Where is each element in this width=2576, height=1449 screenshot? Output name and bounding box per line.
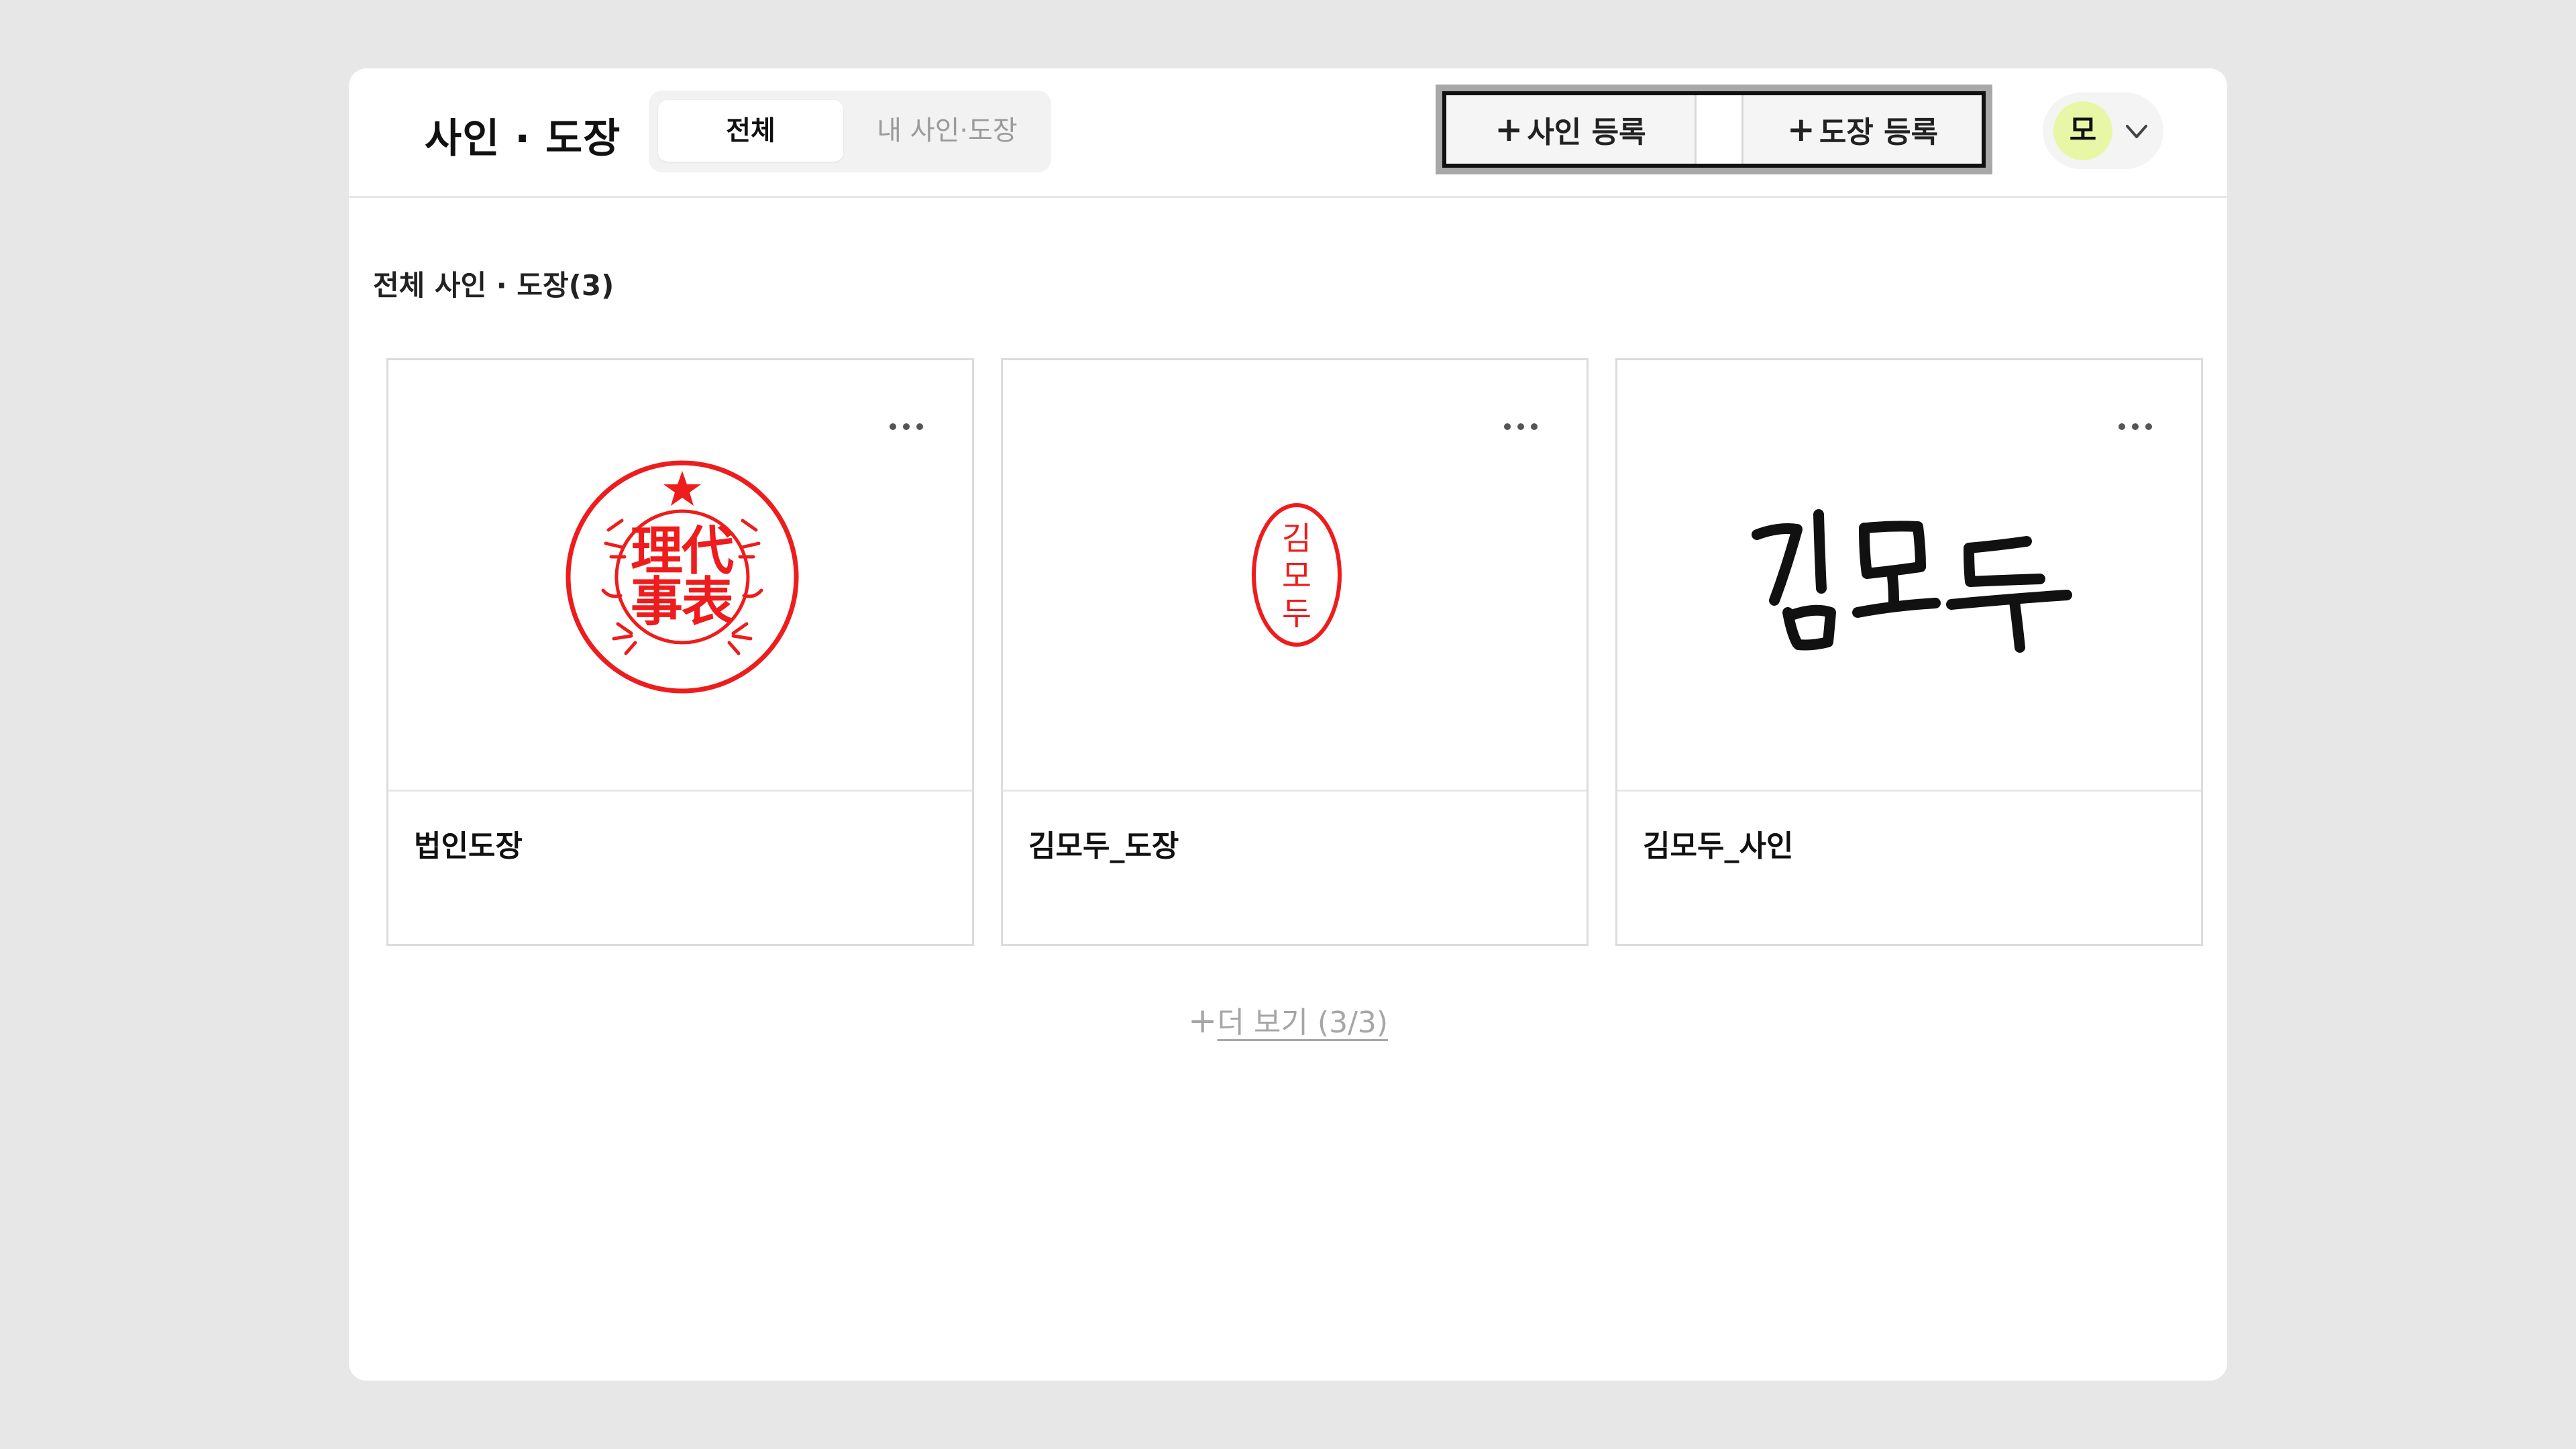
tab-my-sign-stamp[interactable]: 내 사인·도장 [850, 100, 1044, 162]
tab-all[interactable]: 전체 [658, 100, 843, 162]
section-title: 전체 사인 · 도장(3) [373, 269, 614, 302]
plus-icon: + [1786, 110, 1815, 149]
card-title: 김모두_도장 [1028, 829, 1179, 863]
sign-stamp-panel: 사인 · 도장 전체 내 사인·도장 + 사인 등록 + 도장 등록 모 전체 … [349, 68, 2227, 1381]
personal-seal-icon: 김 모 두 [1252, 503, 1342, 647]
tab-bar: 전체 내 사인·도장 [649, 91, 1051, 172]
card-signature[interactable]: 김모두_사인 [1615, 358, 2203, 946]
corporate-seal-icon: 理 代 事 表 [566, 460, 799, 694]
register-sign-label: 사인 등록 [1527, 115, 1646, 150]
load-more-button[interactable]: +더 보기 (3/3) [349, 998, 2227, 1041]
load-more-label: 더 보기 (3/3) [1217, 1006, 1389, 1040]
more-options-icon[interactable] [886, 417, 926, 437]
seal-char: 表 [682, 572, 734, 633]
seal-char: 두 [1282, 595, 1311, 633]
user-menu[interactable]: 모 [2043, 93, 2163, 169]
card-corporate-seal[interactable]: 理 代 事 表 법인도장 [386, 358, 974, 946]
card-title: 김모두_사인 [1643, 829, 1794, 863]
more-options-icon[interactable] [1501, 417, 1541, 437]
seal-char: 모 [1282, 557, 1311, 595]
register-button-group: + 사인 등록 + 도장 등록 [1436, 85, 1992, 174]
seal-char: 김 [1282, 520, 1311, 557]
seal-char: 事 [631, 572, 683, 633]
header: 사인 · 도장 전체 내 사인·도장 + 사인 등록 + 도장 등록 모 [349, 68, 2227, 198]
register-stamp-button[interactable]: + 도장 등록 [1741, 95, 1982, 164]
card-image: 김 모 두 [1003, 360, 1587, 792]
more-options-icon[interactable] [2115, 417, 2155, 437]
card-title: 법인도장 [414, 829, 523, 863]
register-stamp-label: 도장 등록 [1819, 115, 1939, 150]
card-personal-seal[interactable]: 김 모 두 김모두_도장 [1001, 358, 1589, 946]
plus-icon: + [1187, 1001, 1218, 1041]
avatar: 모 [2053, 101, 2112, 160]
signature-icon [1752, 509, 2072, 653]
page-title: 사인 · 도장 [425, 115, 621, 162]
chevron-down-icon [2126, 125, 2147, 138]
plus-icon: + [1495, 110, 1523, 149]
register-button-frame: + 사인 등록 + 도장 등록 [1442, 91, 1986, 168]
card-image [1617, 360, 2201, 792]
card-image: 理 代 事 表 [388, 360, 972, 792]
register-sign-button[interactable]: + 사인 등록 [1446, 95, 1697, 164]
